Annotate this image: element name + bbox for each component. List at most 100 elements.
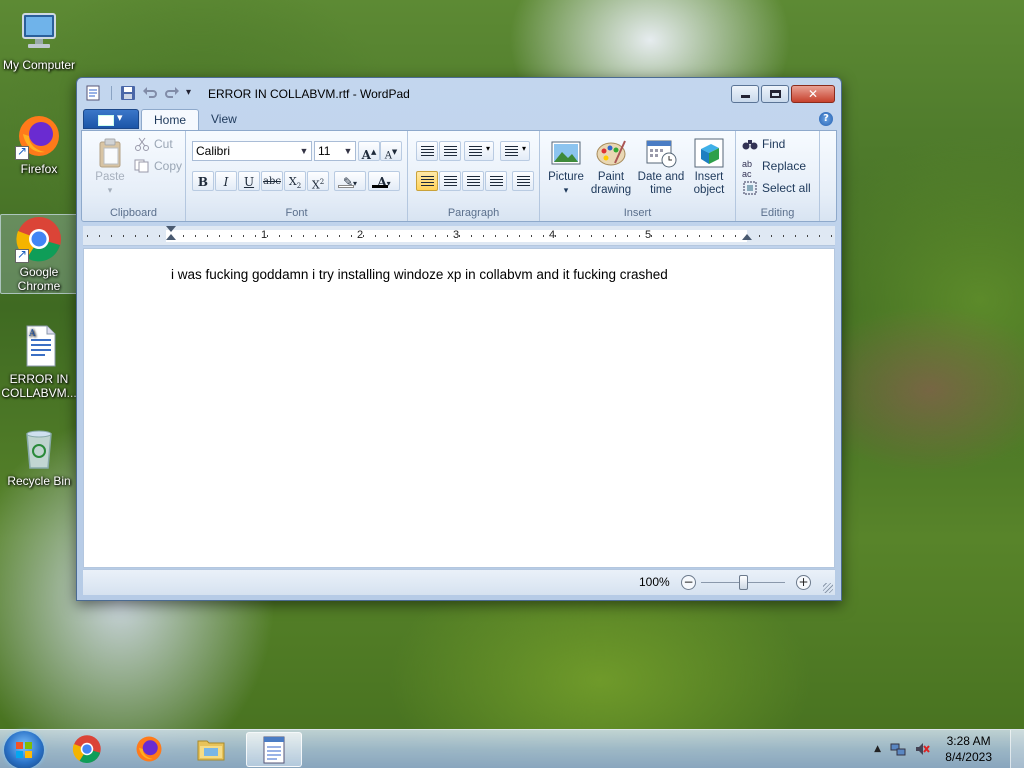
decrease-indent-icon xyxy=(421,146,434,157)
desktop-icon-chrome[interactable]: Google Chrome xyxy=(0,214,78,294)
chevron-down-icon: ▼ xyxy=(299,146,309,156)
undo-icon[interactable] xyxy=(142,85,160,101)
customize-toolbar-icon[interactable]: ▾ xyxy=(186,85,198,101)
title-bar[interactable]: ▾ ERROR IN COLLABVM.rtf - WordPad ✕ xyxy=(77,78,841,108)
select-all-label: Select all xyxy=(762,181,811,195)
bullet-list-icon xyxy=(469,146,482,157)
ruler[interactable]: 1 2 3 4 5 xyxy=(83,226,835,246)
desktop-icon-firefox[interactable]: Firefox xyxy=(0,112,78,176)
date-time-button[interactable]: Date and time xyxy=(636,137,686,197)
paint-palette-icon xyxy=(595,137,627,169)
start-button[interactable] xyxy=(4,731,44,768)
first-line-indent-marker[interactable] xyxy=(166,226,176,232)
find-label: Find xyxy=(762,137,786,151)
clock[interactable]: 3:28 AM 8/4/2023 xyxy=(945,733,992,765)
italic-button[interactable]: I xyxy=(215,171,237,191)
replace-button[interactable]: ab ac Replace xyxy=(742,159,806,179)
show-hidden-icons-button[interactable]: ▲ xyxy=(874,744,881,754)
paste-label: Paste xyxy=(95,171,125,183)
bold-button[interactable]: B xyxy=(192,171,214,191)
zoom-slider-thumb[interactable] xyxy=(738,575,748,590)
paste-button[interactable]: Paste ▾ xyxy=(90,137,130,197)
insert-object-button[interactable]: Insert object xyxy=(688,137,730,197)
paste-icon xyxy=(94,137,126,169)
zoom-out-button[interactable]: − xyxy=(681,575,696,590)
document-area[interactable]: i was fucking goddamn i try installing w… xyxy=(83,248,835,568)
right-indent-marker[interactable] xyxy=(742,234,752,240)
document-text[interactable]: i was fucking goddamn i try installing w… xyxy=(171,267,668,282)
zoom-in-button[interactable]: + xyxy=(796,575,811,590)
wordpad-app-icon[interactable] xyxy=(85,85,103,101)
highlight-color-button[interactable]: ✎▾ xyxy=(334,171,366,191)
tab-view[interactable]: View xyxy=(199,109,249,131)
minimize-button[interactable] xyxy=(731,85,759,103)
bullets-button[interactable]: ▾ xyxy=(464,141,494,161)
superscript-button[interactable]: X2 xyxy=(307,171,329,192)
line-spacing-button[interactable]: ▾ xyxy=(500,141,530,161)
find-button[interactable]: Find xyxy=(742,137,785,151)
tab-home[interactable]: Home xyxy=(141,109,200,131)
desktop-icon-label: Google Chrome xyxy=(17,265,61,293)
group-label: Editing xyxy=(760,207,795,219)
font-size-combo[interactable]: 11 ▼ xyxy=(314,141,356,161)
minimize-icon xyxy=(741,95,750,98)
shrink-font-button[interactable]: A▼ xyxy=(380,141,402,161)
strikethrough-button[interactable]: abc xyxy=(261,171,283,191)
show-desktop-button[interactable] xyxy=(1010,730,1024,768)
volume-muted-icon[interactable] xyxy=(914,741,930,760)
save-icon[interactable] xyxy=(120,85,138,101)
replace-icon: ab ac xyxy=(742,159,753,179)
restore-icon xyxy=(770,90,781,98)
file-explorer-icon xyxy=(196,734,226,764)
select-all-button[interactable]: Select all xyxy=(742,181,811,195)
wordpad-window: ▾ ERROR IN COLLABVM.rtf - WordPad ✕ Home… xyxy=(76,77,842,601)
application-menu-button[interactable] xyxy=(83,109,139,129)
increase-indent-button[interactable] xyxy=(439,141,461,161)
clock-date: 8/4/2023 xyxy=(945,750,992,764)
desktop-icon-rtf-file[interactable]: A ERROR IN COLLABVM... xyxy=(0,322,78,400)
paint-drawing-button[interactable]: Paint drawing xyxy=(588,137,634,197)
maximize-button[interactable] xyxy=(761,85,789,103)
copy-button[interactable]: Copy xyxy=(134,159,182,173)
align-left-button[interactable] xyxy=(416,171,438,191)
taskbar: ▲ 3:28 AM 8/4/2023 xyxy=(0,729,1024,768)
taskbar-firefox[interactable] xyxy=(122,732,178,767)
align-center-icon xyxy=(444,176,457,187)
font-family-combo[interactable]: Calibri ▼ xyxy=(192,141,312,161)
binoculars-icon xyxy=(742,137,758,151)
align-center-button[interactable] xyxy=(439,171,461,191)
desktop-icon-my-computer[interactable]: My Computer xyxy=(0,8,78,72)
close-button[interactable]: ✕ xyxy=(791,85,835,103)
close-icon: ✕ xyxy=(807,87,819,101)
date-label: Date and xyxy=(637,171,685,183)
resize-grip[interactable] xyxy=(823,583,833,593)
redo-icon[interactable] xyxy=(164,85,182,101)
help-icon[interactable]: ? xyxy=(819,112,833,126)
increase-indent-icon xyxy=(444,146,457,157)
shortcut-arrow-icon xyxy=(15,144,29,160)
svg-text:A: A xyxy=(28,329,36,339)
desktop-icon-recycle-bin[interactable]: Recycle Bin xyxy=(0,424,78,488)
rtf-document-icon: A xyxy=(15,322,63,370)
picture-button[interactable]: Picture ▾ xyxy=(546,137,586,197)
cut-button[interactable]: Cut xyxy=(134,137,173,151)
subscript-button[interactable]: X2 xyxy=(284,171,306,191)
decrease-indent-button[interactable] xyxy=(416,141,438,161)
network-icon[interactable] xyxy=(890,741,906,760)
taskbar-file-explorer[interactable] xyxy=(184,732,240,767)
group-label: Font xyxy=(285,207,308,219)
justify-button[interactable] xyxy=(485,171,507,191)
clipboard-group: Paste ▾ Cut Copy Clipboard xyxy=(82,131,186,221)
hanging-indent-marker[interactable] xyxy=(166,234,176,240)
object-label: Insert xyxy=(694,171,724,183)
ruler-number: 1 xyxy=(261,229,268,241)
grow-font-button[interactable]: A▲ xyxy=(358,141,380,162)
align-right-button[interactable] xyxy=(462,171,484,191)
font-color-button[interactable]: A▾ xyxy=(368,171,400,191)
taskbar-wordpad[interactable] xyxy=(246,732,302,767)
zoom-percentage: 100% xyxy=(639,575,670,589)
underline-button[interactable]: U xyxy=(238,171,260,191)
paragraph-dialog-button[interactable] xyxy=(512,171,534,191)
cut-label: Cut xyxy=(154,137,173,151)
taskbar-chrome[interactable] xyxy=(60,732,116,767)
